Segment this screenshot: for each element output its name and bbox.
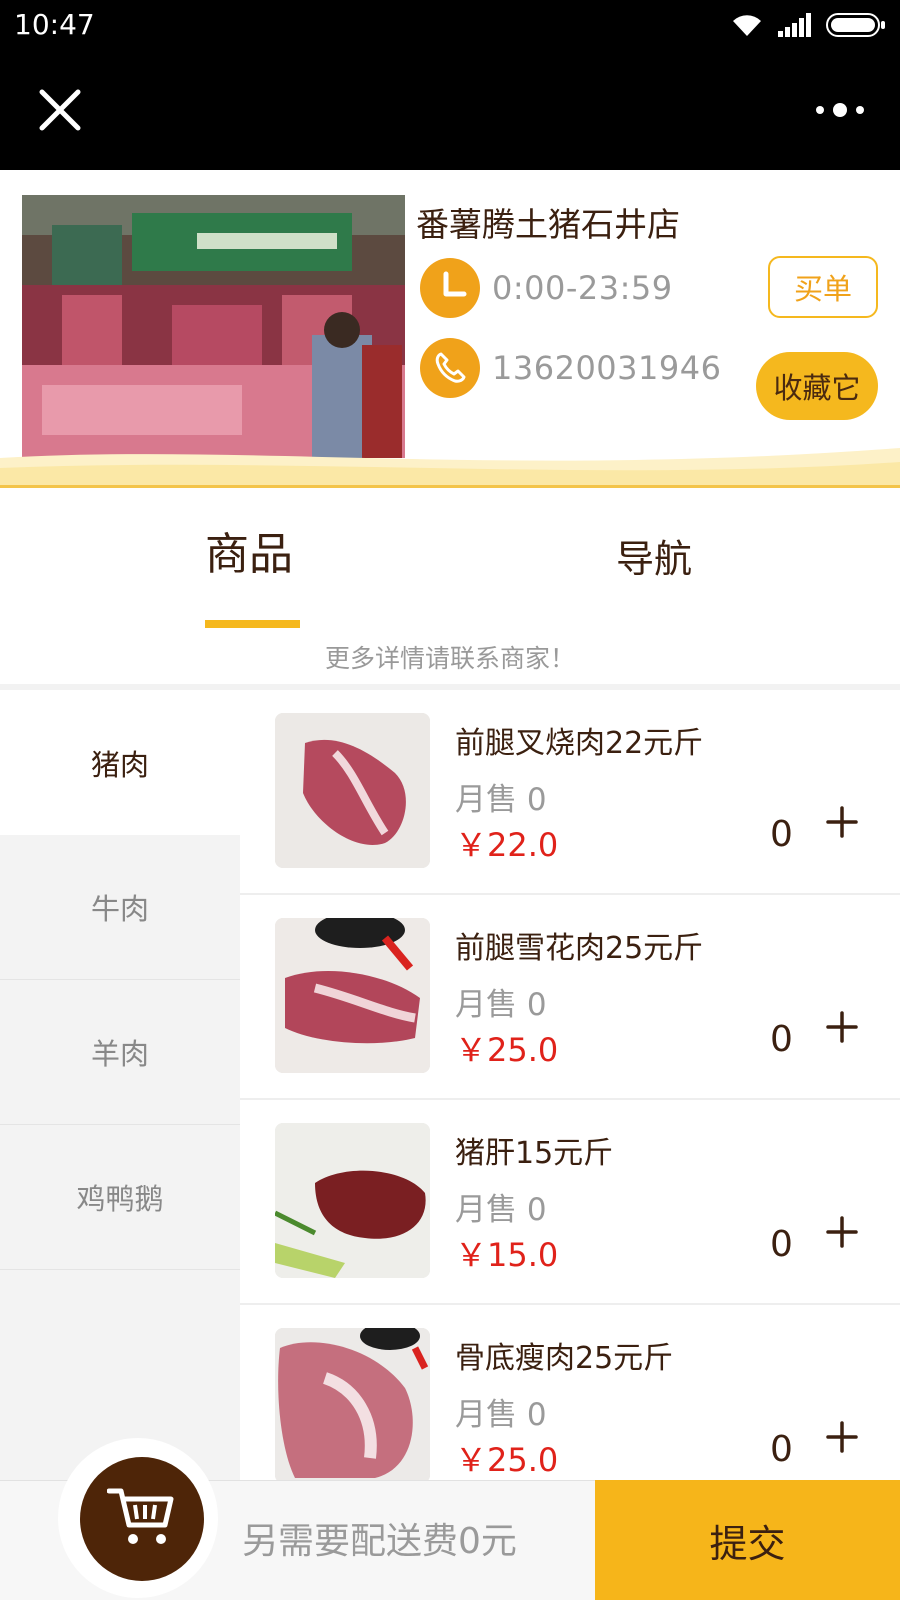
battery-icon (826, 12, 886, 38)
product-price: ￥25.0 (455, 1441, 559, 1479)
wifi-icon (730, 12, 764, 38)
product-image (275, 918, 430, 1073)
tab-goods[interactable]: 商品 (205, 518, 293, 582)
product-price: ￥25.0 (455, 1031, 559, 1069)
store-hours: 0:00-23:59 (492, 269, 673, 307)
store-photo (22, 195, 405, 458)
product-image (275, 1328, 430, 1480)
product-price: ￥22.0 (455, 826, 559, 864)
plus-icon[interactable] (822, 802, 862, 842)
product-row: 前腿雪花肉25元斤 月售 0 ￥25.0 0 (240, 895, 900, 1100)
product-monthly-sales: 月售 0 (455, 1397, 547, 1433)
tab-navigation[interactable]: 导航 (616, 528, 692, 583)
product-name: 前腿雪花肉25元斤 (455, 931, 704, 966)
product-row: 骨底瘦肉25元斤 月售 0 ￥25.0 0 (240, 1305, 900, 1480)
cart-button[interactable] (80, 1457, 204, 1581)
product-image (275, 713, 430, 868)
category-beef[interactable]: 牛肉 (0, 835, 240, 980)
active-tab-indicator (205, 620, 300, 628)
store-header: 番薯腾土猪石井店 0:00-23:59 13620031946 买单 收藏它 (0, 170, 900, 490)
more-icon[interactable] (812, 98, 868, 122)
plus-icon[interactable] (822, 1417, 862, 1457)
product-list: 前腿叉烧肉22元斤 月售 0 ￥22.0 0 前腿雪花肉25元斤 月售 0 ￥2… (240, 690, 900, 1480)
category-sidebar: 猪肉 牛肉 羊肉 鸡鸭鹅 (0, 690, 240, 1480)
product-row: 前腿叉烧肉22元斤 月售 0 ￥22.0 0 (240, 690, 900, 895)
contact-notice: 更多详情请联系商家！ (0, 633, 900, 685)
category-lamb[interactable]: 羊肉 (0, 980, 240, 1125)
favorite-button[interactable]: 收藏它 (756, 352, 878, 420)
product-price: ￥15.0 (455, 1236, 559, 1274)
product-name: 猪肝15元斤 (455, 1136, 614, 1171)
product-row: 猪肝15元斤 月售 0 ￥15.0 0 (240, 1100, 900, 1305)
status-bar: 10:47 (0, 0, 900, 50)
category-pork[interactable]: 猪肉 (0, 690, 240, 835)
status-icons (730, 10, 886, 40)
product-quantity: 0 (770, 1224, 793, 1265)
store-name: 番薯腾土猪石井店 (416, 205, 680, 244)
delivery-fee-text: 另需要配送费0元 (242, 1521, 517, 1562)
product-quantity: 0 (770, 1019, 793, 1060)
clock-icon (420, 258, 480, 318)
tab-bar: 商品 导航 (0, 488, 900, 633)
product-monthly-sales: 月售 0 (455, 782, 547, 818)
plus-icon[interactable] (822, 1212, 862, 1252)
product-quantity: 0 (770, 1429, 793, 1470)
plus-icon[interactable] (822, 1007, 862, 1047)
status-time: 10:47 (14, 8, 95, 41)
pay-button[interactable]: 买单 (768, 256, 878, 318)
signal-icon (778, 13, 812, 37)
product-name: 骨底瘦肉25元斤 (455, 1341, 674, 1376)
wave-divider (0, 448, 900, 490)
category-poultry[interactable]: 鸡鸭鹅 (0, 1125, 240, 1270)
close-icon[interactable] (36, 86, 84, 134)
product-image (275, 1123, 430, 1278)
product-monthly-sales: 月售 0 (455, 987, 547, 1023)
phone-icon (420, 338, 480, 398)
store-phone: 13620031946 (492, 349, 722, 387)
hours-row: 0:00-23:59 (420, 258, 673, 318)
submit-button[interactable]: 提交 (595, 1480, 900, 1600)
title-bar (0, 50, 900, 170)
phone-row[interactable]: 13620031946 (420, 338, 721, 398)
product-name: 前腿叉烧肉22元斤 (455, 726, 704, 761)
product-quantity: 0 (770, 814, 793, 855)
product-monthly-sales: 月售 0 (455, 1192, 547, 1228)
cart-icon (106, 1485, 177, 1553)
